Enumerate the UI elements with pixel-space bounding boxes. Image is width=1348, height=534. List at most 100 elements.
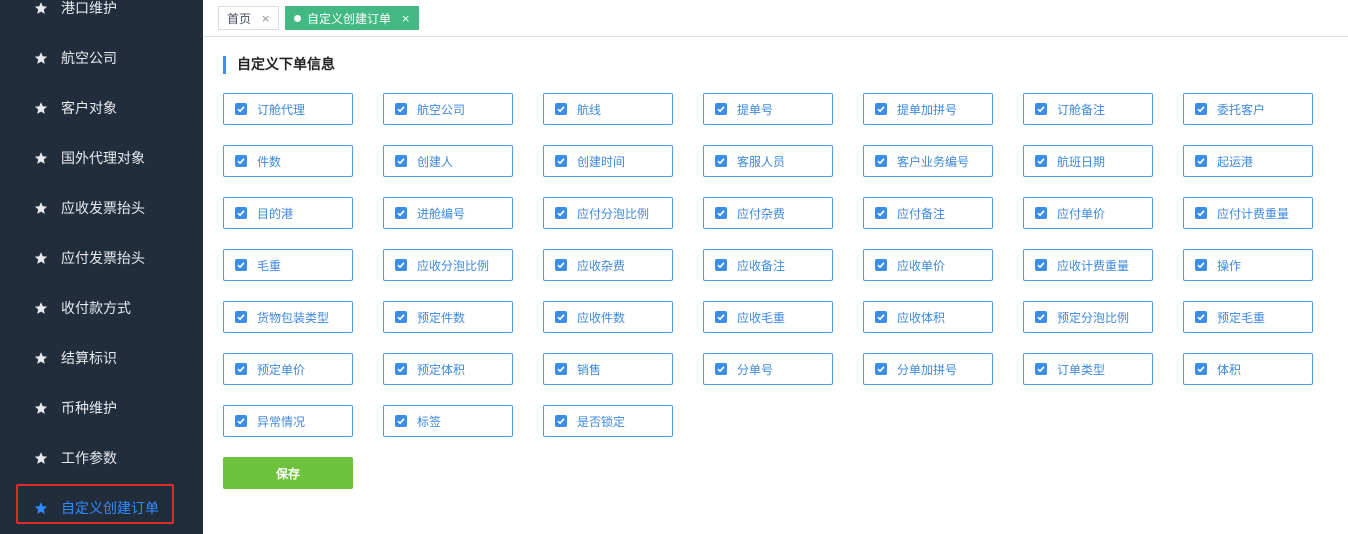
checkbox-checked-icon[interactable]	[555, 415, 567, 427]
field-checkbox[interactable]: 件数	[223, 145, 353, 177]
checkbox-checked-icon[interactable]	[1195, 207, 1207, 219]
field-checkbox[interactable]: 提单加拼号	[863, 93, 993, 125]
field-checkbox[interactable]: 应收毛重	[703, 301, 833, 333]
checkbox-checked-icon[interactable]	[395, 103, 407, 115]
sidebar-item-receivable-invoice[interactable]: 应收发票抬头	[0, 183, 203, 233]
field-checkbox[interactable]: 订舱备注	[1023, 93, 1153, 125]
checkbox-checked-icon[interactable]	[1195, 155, 1207, 167]
field-checkbox[interactable]: 应付计费重量	[1183, 197, 1313, 229]
field-checkbox[interactable]: 客户业务编号	[863, 145, 993, 177]
field-checkbox[interactable]: 应收备注	[703, 249, 833, 281]
checkbox-checked-icon[interactable]	[1035, 103, 1047, 115]
checkbox-checked-icon[interactable]	[235, 155, 247, 167]
field-checkbox[interactable]: 应收分泡比例	[383, 249, 513, 281]
field-checkbox[interactable]: 应收件数	[543, 301, 673, 333]
checkbox-checked-icon[interactable]	[235, 207, 247, 219]
checkbox-checked-icon[interactable]	[555, 363, 567, 375]
field-checkbox[interactable]: 应付分泡比例	[543, 197, 673, 229]
field-checkbox[interactable]: 体积	[1183, 353, 1313, 385]
checkbox-checked-icon[interactable]	[395, 363, 407, 375]
sidebar-item-settlement[interactable]: 结算标识	[0, 333, 203, 383]
field-checkbox[interactable]: 创建人	[383, 145, 513, 177]
field-checkbox[interactable]: 目的港	[223, 197, 353, 229]
checkbox-checked-icon[interactable]	[235, 103, 247, 115]
field-checkbox[interactable]: 应收体积	[863, 301, 993, 333]
field-checkbox[interactable]: 应付杂费	[703, 197, 833, 229]
checkbox-checked-icon[interactable]	[715, 259, 727, 271]
checkbox-checked-icon[interactable]	[395, 259, 407, 271]
checkbox-checked-icon[interactable]	[1035, 155, 1047, 167]
checkbox-checked-icon[interactable]	[395, 311, 407, 323]
field-checkbox[interactable]: 货物包装类型	[223, 301, 353, 333]
field-checkbox[interactable]: 预定件数	[383, 301, 513, 333]
field-checkbox[interactable]: 航空公司	[383, 93, 513, 125]
checkbox-checked-icon[interactable]	[715, 103, 727, 115]
field-checkbox[interactable]: 销售	[543, 353, 673, 385]
checkbox-checked-icon[interactable]	[715, 363, 727, 375]
checkbox-checked-icon[interactable]	[395, 207, 407, 219]
tab-custom-order[interactable]: 自定义创建订单 ×	[285, 6, 420, 30]
field-checkbox[interactable]: 是否锁定	[543, 405, 673, 437]
field-checkbox[interactable]: 应收杂费	[543, 249, 673, 281]
field-checkbox[interactable]: 预定分泡比例	[1023, 301, 1153, 333]
checkbox-checked-icon[interactable]	[555, 311, 567, 323]
field-checkbox[interactable]: 委托客户	[1183, 93, 1313, 125]
field-checkbox[interactable]: 客服人员	[703, 145, 833, 177]
sidebar-item-work-params[interactable]: 工作参数	[0, 433, 203, 483]
checkbox-checked-icon[interactable]	[1195, 363, 1207, 375]
field-checkbox[interactable]: 应收单价	[863, 249, 993, 281]
sidebar-item-port[interactable]: 港口维护	[0, 0, 203, 33]
field-checkbox[interactable]: 标签	[383, 405, 513, 437]
field-checkbox[interactable]: 应付单价	[1023, 197, 1153, 229]
field-checkbox[interactable]: 应付备注	[863, 197, 993, 229]
checkbox-checked-icon[interactable]	[395, 155, 407, 167]
tab-home[interactable]: 首页 ×	[218, 6, 280, 30]
checkbox-checked-icon[interactable]	[715, 155, 727, 167]
field-checkbox[interactable]: 异常情况	[223, 405, 353, 437]
checkbox-checked-icon[interactable]	[395, 415, 407, 427]
field-checkbox[interactable]: 创建时间	[543, 145, 673, 177]
checkbox-checked-icon[interactable]	[715, 311, 727, 323]
checkbox-checked-icon[interactable]	[1195, 103, 1207, 115]
field-checkbox[interactable]: 操作	[1183, 249, 1313, 281]
field-checkbox[interactable]: 订单类型	[1023, 353, 1153, 385]
checkbox-checked-icon[interactable]	[1035, 363, 1047, 375]
save-button[interactable]: 保存	[223, 457, 353, 489]
sidebar-item-foreign-agent[interactable]: 国外代理对象	[0, 133, 203, 183]
field-checkbox[interactable]: 航线	[543, 93, 673, 125]
checkbox-checked-icon[interactable]	[875, 259, 887, 271]
checkbox-checked-icon[interactable]	[1195, 259, 1207, 271]
field-checkbox[interactable]: 提单号	[703, 93, 833, 125]
field-checkbox[interactable]: 航班日期	[1023, 145, 1153, 177]
field-checkbox[interactable]: 订舱代理	[223, 93, 353, 125]
checkbox-checked-icon[interactable]	[555, 259, 567, 271]
sidebar-item-payable-invoice[interactable]: 应付发票抬头	[0, 233, 203, 283]
checkbox-checked-icon[interactable]	[875, 311, 887, 323]
checkbox-checked-icon[interactable]	[235, 311, 247, 323]
checkbox-checked-icon[interactable]	[715, 207, 727, 219]
checkbox-checked-icon[interactable]	[555, 155, 567, 167]
field-checkbox[interactable]: 预定体积	[383, 353, 513, 385]
checkbox-checked-icon[interactable]	[1035, 311, 1047, 323]
field-checkbox[interactable]: 预定毛重	[1183, 301, 1313, 333]
checkbox-checked-icon[interactable]	[1195, 311, 1207, 323]
checkbox-checked-icon[interactable]	[235, 259, 247, 271]
checkbox-checked-icon[interactable]	[555, 103, 567, 115]
field-checkbox[interactable]: 分单加拼号	[863, 353, 993, 385]
close-icon[interactable]: ×	[261, 12, 270, 25]
checkbox-checked-icon[interactable]	[235, 415, 247, 427]
close-icon[interactable]: ×	[401, 12, 410, 25]
field-checkbox[interactable]: 预定单价	[223, 353, 353, 385]
sidebar-item-payment-method[interactable]: 收付款方式	[0, 283, 203, 333]
checkbox-checked-icon[interactable]	[875, 103, 887, 115]
checkbox-checked-icon[interactable]	[1035, 207, 1047, 219]
checkbox-checked-icon[interactable]	[1035, 259, 1047, 271]
sidebar-item-currency[interactable]: 币种维护	[0, 383, 203, 433]
checkbox-checked-icon[interactable]	[875, 207, 887, 219]
field-checkbox[interactable]: 起运港	[1183, 145, 1313, 177]
field-checkbox[interactable]: 进舱编号	[383, 197, 513, 229]
sidebar-item-customer[interactable]: 客户对象	[0, 83, 203, 133]
field-checkbox[interactable]: 应收计费重量	[1023, 249, 1153, 281]
field-checkbox[interactable]: 毛重	[223, 249, 353, 281]
checkbox-checked-icon[interactable]	[235, 363, 247, 375]
